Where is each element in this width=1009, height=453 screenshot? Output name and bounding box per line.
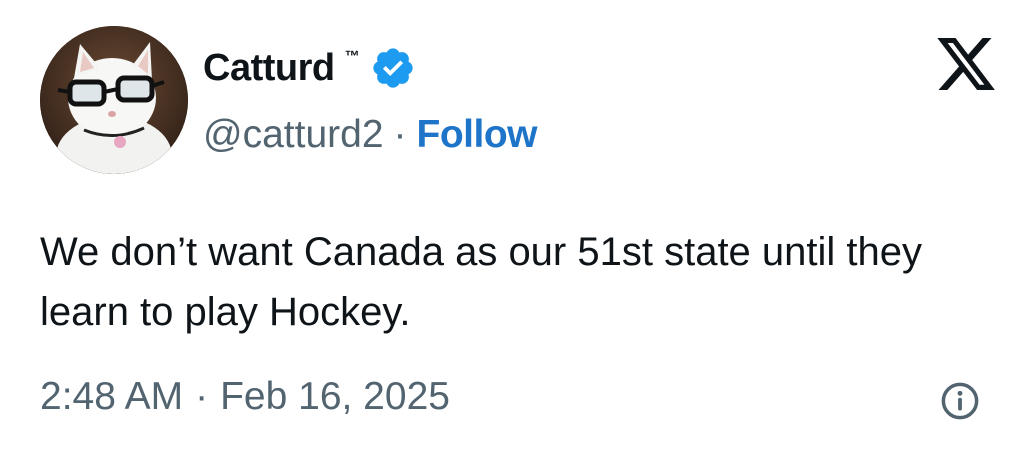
handle-separator: ·	[393, 113, 407, 156]
author-name-row: Catturd ™	[203, 42, 416, 94]
tweet-date[interactable]: Feb 16, 2025	[220, 375, 450, 419]
tweet-text: We don’t want Canada as our 51st state u…	[40, 230, 923, 334]
tweet-meta-row: 2:48 AM · Feb 16, 2025	[40, 372, 450, 422]
meta-separator: ·	[195, 375, 209, 418]
author-handle[interactable]: @catturd2	[203, 113, 384, 157]
x-logo-icon[interactable]	[933, 32, 999, 96]
author-handle-row: @catturd2 · Follow	[203, 110, 538, 160]
follow-button[interactable]: Follow	[417, 113, 538, 157]
avatar[interactable]	[40, 26, 188, 174]
trademark-symbol: ™	[344, 47, 360, 65]
tweet-time[interactable]: 2:48 AM	[40, 375, 183, 419]
tweet-embed-card: Catturd ™ @catturd2 · Follow We don’t wa…	[0, 0, 1009, 453]
avatar-image	[40, 26, 188, 174]
info-icon[interactable]	[939, 380, 981, 422]
verified-badge-icon	[372, 48, 413, 88]
display-name[interactable]: Catturd	[203, 47, 335, 90]
